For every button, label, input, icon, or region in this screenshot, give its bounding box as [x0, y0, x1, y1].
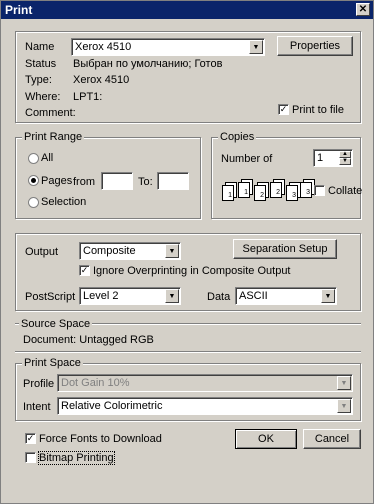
- printer-name-select[interactable]: Xerox 4510 ▼: [71, 38, 265, 56]
- type-label: Type:: [25, 74, 52, 86]
- postscript-level-select[interactable]: Level 2 ▼: [79, 287, 181, 305]
- intent-value: Relative Colorimetric: [61, 400, 163, 412]
- page-icon: 2: [254, 185, 266, 201]
- force-fonts-checkbox[interactable]: ✓: [25, 433, 36, 444]
- collate-label: Collate: [328, 185, 363, 197]
- chevron-down-icon[interactable]: ▼: [337, 376, 351, 390]
- from-label: from: [73, 176, 95, 188]
- spin-down-icon[interactable]: ▼: [339, 158, 351, 165]
- bitmap-printing-checkbox[interactable]: [25, 452, 36, 463]
- print-space-legend: Print Space: [22, 357, 83, 369]
- output-select[interactable]: Composite ▼: [79, 242, 181, 260]
- properties-button[interactable]: Properties: [277, 36, 353, 56]
- to-input[interactable]: [157, 172, 189, 190]
- postscript-label: PostScript: [25, 291, 76, 303]
- source-space-legend: Source Space: [19, 318, 93, 330]
- title-bar: Print ✕: [1, 1, 373, 19]
- ignore-overprinting-checkbox[interactable]: ✓: [79, 265, 90, 276]
- chevron-down-icon[interactable]: ▼: [321, 289, 335, 303]
- all-label: All: [41, 152, 54, 164]
- copies-legend: Copies: [218, 131, 257, 143]
- bitmap-printing-label: Bitmap Printing: [38, 451, 115, 465]
- cancel-button[interactable]: Cancel: [303, 429, 361, 449]
- output-label: Output: [25, 246, 59, 258]
- intent-select[interactable]: Relative Colorimetric ▼: [57, 397, 353, 415]
- to-label: To:: [138, 176, 153, 188]
- page-icon: 3: [286, 185, 298, 201]
- data-encoding-value: ASCII: [239, 290, 268, 302]
- where-value: LPT1:: [73, 91, 103, 103]
- printer-name-value: Xerox 4510: [75, 41, 132, 53]
- name-label: Name: [25, 41, 55, 53]
- print-to-file-checkbox[interactable]: ✓: [278, 104, 289, 115]
- comment-label: Comment:: [25, 107, 76, 119]
- profile-value: Dot Gain 10%: [61, 377, 130, 389]
- ignore-overprinting-label: Ignore Overprinting in Composite Output: [93, 265, 291, 277]
- print-to-file-label: Print to file: [292, 104, 344, 116]
- postscript-level-value: Level 2: [83, 290, 119, 302]
- copies-stepper[interactable]: 1 ▲ ▼: [313, 149, 353, 167]
- type-value: Xerox 4510: [73, 74, 130, 86]
- source-space-value: Document: Untagged RGB: [23, 334, 154, 346]
- copies-spinner[interactable]: ▲ ▼: [339, 151, 351, 165]
- all-radio[interactable]: [28, 153, 39, 164]
- source-space-bottom-divider: [15, 351, 361, 353]
- spin-up-icon[interactable]: ▲: [339, 151, 351, 158]
- dialog-title: Print: [5, 3, 33, 17]
- chevron-down-icon[interactable]: ▼: [249, 40, 263, 54]
- close-icon[interactable]: ✕: [356, 3, 370, 16]
- pages-radio[interactable]: [28, 175, 39, 186]
- force-fonts-label: Force Fonts to Download: [39, 433, 162, 445]
- page-icon: 1: [238, 182, 250, 198]
- chevron-down-icon[interactable]: ▼: [165, 289, 179, 303]
- selection-radio[interactable]: [28, 197, 39, 208]
- chevron-down-icon[interactable]: ▼: [165, 244, 179, 258]
- collate-checkbox[interactable]: [314, 185, 325, 196]
- ok-button[interactable]: OK: [235, 429, 297, 449]
- status-value: Выбран по умолчанию; Готов: [73, 58, 223, 70]
- print-dialog: Print ✕ Name Xerox 4510 ▼ Properties Sta…: [0, 0, 374, 504]
- profile-select[interactable]: Dot Gain 10% ▼: [57, 374, 353, 392]
- from-input[interactable]: [101, 172, 133, 190]
- output-value: Composite: [83, 245, 136, 257]
- data-label: Data: [207, 291, 231, 303]
- pages-label: Pages: [41, 175, 73, 187]
- status-label: Status: [25, 58, 57, 70]
- intent-label: Intent: [23, 401, 51, 413]
- page-icon: 2: [270, 182, 282, 198]
- chevron-down-icon[interactable]: ▼: [337, 399, 351, 413]
- data-encoding-select[interactable]: ASCII ▼: [235, 287, 337, 305]
- copies-value: 1: [317, 152, 324, 164]
- selection-label: Selection: [41, 196, 87, 208]
- separation-setup-button[interactable]: Separation Setup: [233, 239, 337, 259]
- page-icon: 1: [222, 185, 234, 201]
- print-range-legend: Print Range: [22, 131, 85, 143]
- where-label: Where:: [25, 91, 61, 103]
- page-icon: 3: [300, 182, 312, 198]
- number-of-copies-label: Number of: [221, 153, 273, 165]
- profile-label: Profile: [23, 378, 55, 390]
